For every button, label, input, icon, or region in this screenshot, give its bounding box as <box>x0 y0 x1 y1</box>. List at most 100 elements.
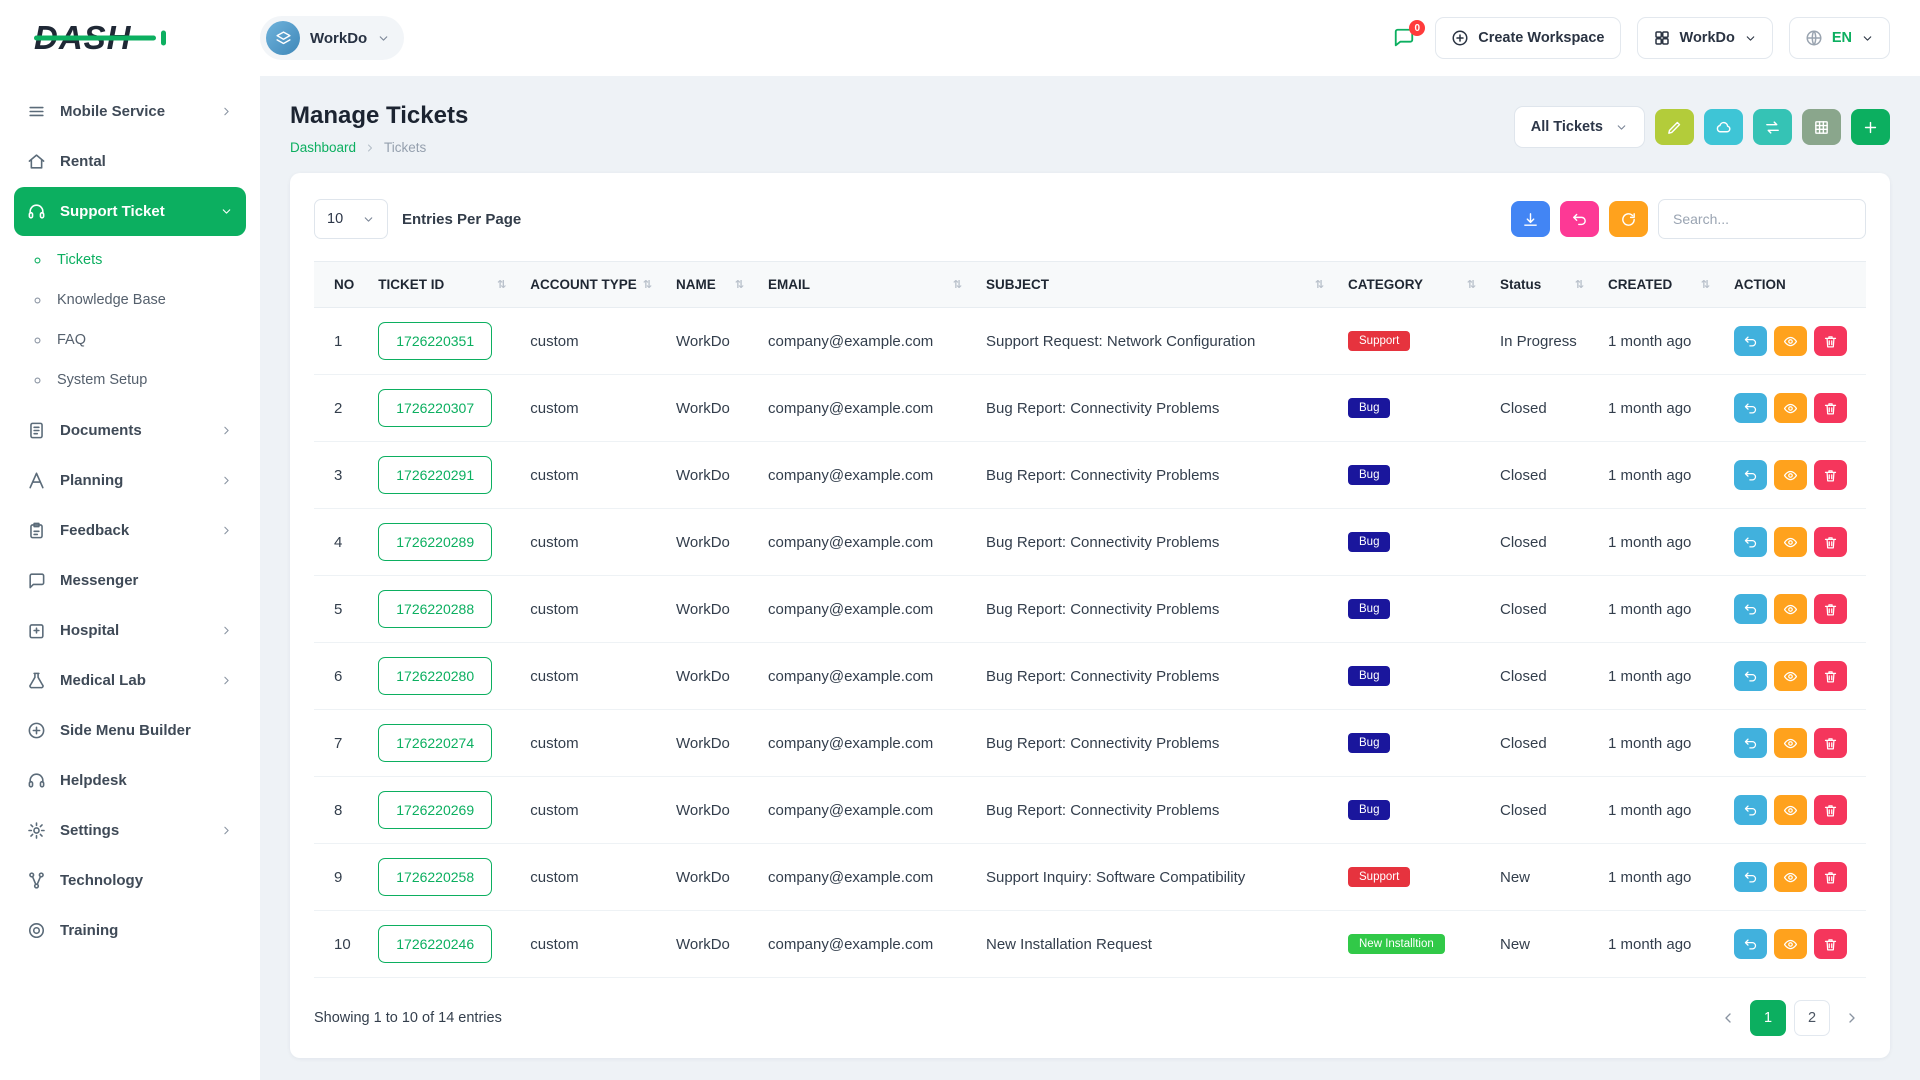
delete-ticket-button[interactable] <box>1814 795 1847 825</box>
delete-ticket-button[interactable] <box>1814 527 1847 557</box>
apps-menu-button[interactable]: WorkDo <box>1637 17 1773 59</box>
name-cell: WorkDo <box>664 643 756 710</box>
column-header-subject[interactable]: SUBJECT⇅ <box>974 262 1336 308</box>
language-selector[interactable]: EN <box>1789 17 1890 59</box>
edit-button[interactable] <box>1655 109 1694 145</box>
reload-button[interactable] <box>1609 201 1648 237</box>
ticket-id-button[interactable]: 1726220288 <box>378 590 492 628</box>
grid-view-button[interactable] <box>1802 109 1841 145</box>
sort-icon[interactable]: ⇅ <box>953 278 962 291</box>
search-input[interactable] <box>1658 199 1866 239</box>
breadcrumb-dashboard-link[interactable]: Dashboard <box>290 140 356 155</box>
view-ticket-button[interactable] <box>1774 661 1807 691</box>
sort-icon[interactable]: ⇅ <box>1701 278 1710 291</box>
undo-button[interactable] <box>1560 201 1599 237</box>
delete-ticket-button[interactable] <box>1814 929 1847 959</box>
view-ticket-button[interactable] <box>1774 929 1807 959</box>
sort-icon[interactable]: ⇅ <box>1315 278 1324 291</box>
sidebar-item-helpdesk[interactable]: Helpdesk <box>14 756 246 805</box>
column-header-email[interactable]: EMAIL⇅ <box>756 262 974 308</box>
column-header-created[interactable]: CREATED⇅ <box>1596 262 1722 308</box>
sidebar-item-technology[interactable]: Technology <box>14 856 246 905</box>
ticket-id-button[interactable]: 1726220291 <box>378 456 492 494</box>
reply-ticket-button[interactable] <box>1734 527 1767 557</box>
view-ticket-button[interactable] <box>1774 862 1807 892</box>
column-header-ticket-id[interactable]: TICKET ID⇅ <box>366 262 518 308</box>
sidebar-item-documents[interactable]: Documents <box>14 406 246 455</box>
sidebar-item-mobile-service[interactable]: Mobile Service <box>14 87 246 136</box>
sidebar-item-planning[interactable]: Planning <box>14 456 246 505</box>
reply-ticket-button[interactable] <box>1734 326 1767 356</box>
sidebar-item-rental[interactable]: Rental <box>14 137 246 186</box>
view-ticket-button[interactable] <box>1774 527 1807 557</box>
sort-icon[interactable]: ⇅ <box>1467 278 1476 291</box>
sidebar-item-medical-lab[interactable]: Medical Lab <box>14 656 246 705</box>
ticket-id-button[interactable]: 1726220289 <box>378 523 492 561</box>
sort-icon[interactable]: ⇅ <box>735 278 744 291</box>
view-ticket-button[interactable] <box>1774 795 1807 825</box>
sort-icon[interactable]: ⇅ <box>497 278 506 291</box>
column-header-category[interactable]: CATEGORY⇅ <box>1336 262 1488 308</box>
delete-ticket-button[interactable] <box>1814 460 1847 490</box>
sidebar-item-support-ticket[interactable]: Support Ticket <box>14 187 246 236</box>
account-type-cell: custom <box>518 643 664 710</box>
ticket-id-button[interactable]: 1726220274 <box>378 724 492 762</box>
transfer-button[interactable] <box>1753 109 1792 145</box>
view-ticket-button[interactable] <box>1774 594 1807 624</box>
previous-page-button[interactable] <box>1714 1009 1742 1027</box>
view-ticket-button[interactable] <box>1774 460 1807 490</box>
sidebar-item-settings[interactable]: Settings <box>14 806 246 855</box>
column-header-status[interactable]: Status⇅ <box>1488 262 1596 308</box>
reply-ticket-button[interactable] <box>1734 393 1767 423</box>
workspace-selector[interactable]: WorkDo <box>260 16 404 60</box>
sidebar-item-hospital[interactable]: Hospital <box>14 606 246 655</box>
globe-icon <box>1805 29 1823 47</box>
sidebar-subitem-faq[interactable]: FAQ <box>14 320 246 360</box>
upload-button[interactable] <box>1704 109 1743 145</box>
delete-ticket-button[interactable] <box>1814 661 1847 691</box>
sidebar-item-messenger[interactable]: Messenger <box>14 556 246 605</box>
ticket-id-button[interactable]: 1726220307 <box>378 389 492 427</box>
sort-icon[interactable]: ⇅ <box>643 278 652 291</box>
ticket-id-button[interactable]: 1726220280 <box>378 657 492 695</box>
sidebar-subitem-system-setup[interactable]: System Setup <box>14 360 246 400</box>
ticket-id-button[interactable]: 1726220269 <box>378 791 492 829</box>
sort-icon[interactable]: ⇅ <box>1575 278 1584 291</box>
page-button-2[interactable]: 2 <box>1794 1000 1830 1036</box>
delete-ticket-button[interactable] <box>1814 728 1847 758</box>
reply-ticket-button[interactable] <box>1734 661 1767 691</box>
sidebar-subitem-tickets[interactable]: Tickets <box>14 240 246 280</box>
page-button-1[interactable]: 1 <box>1750 1000 1786 1036</box>
reply-ticket-button[interactable] <box>1734 795 1767 825</box>
ticket-id-button[interactable]: 1726220258 <box>378 858 492 896</box>
ticket-filter-dropdown[interactable]: All Tickets <box>1514 106 1645 148</box>
delete-ticket-button[interactable] <box>1814 326 1847 356</box>
add-ticket-button[interactable] <box>1851 109 1890 145</box>
delete-ticket-button[interactable] <box>1814 862 1847 892</box>
view-ticket-button[interactable] <box>1774 393 1807 423</box>
column-header-name[interactable]: NAME⇅ <box>664 262 756 308</box>
ticket-id-button[interactable]: 1726220351 <box>378 322 492 360</box>
sidebar-item-side-menu-builder[interactable]: Side Menu Builder <box>14 706 246 755</box>
ticket-id-button[interactable]: 1726220246 <box>378 925 492 963</box>
messages-button[interactable]: 0 <box>1389 23 1419 53</box>
entries-per-page-select[interactable]: 10 <box>314 199 388 239</box>
sidebar-subitem-knowledge-base[interactable]: Knowledge Base <box>14 280 246 320</box>
export-button[interactable] <box>1511 201 1550 237</box>
column-header-account-type[interactable]: ACCOUNT TYPE⇅ <box>518 262 664 308</box>
app-logo[interactable]: DASH <box>34 0 260 76</box>
next-page-button[interactable] <box>1838 1009 1866 1027</box>
sidebar-item-training[interactable]: Training <box>14 906 246 955</box>
reply-ticket-button[interactable] <box>1734 862 1767 892</box>
reply-ticket-button[interactable] <box>1734 728 1767 758</box>
reply-ticket-button[interactable] <box>1734 929 1767 959</box>
delete-ticket-button[interactable] <box>1814 594 1847 624</box>
view-ticket-button[interactable] <box>1774 728 1807 758</box>
view-ticket-button[interactable] <box>1774 326 1807 356</box>
sidebar-item-feedback[interactable]: Feedback <box>14 506 246 555</box>
reply-ticket-button[interactable] <box>1734 460 1767 490</box>
delete-ticket-button[interactable] <box>1814 393 1847 423</box>
reply-ticket-button[interactable] <box>1734 594 1767 624</box>
create-workspace-button[interactable]: Create Workspace <box>1435 17 1620 59</box>
email-cell: company@example.com <box>756 509 974 576</box>
